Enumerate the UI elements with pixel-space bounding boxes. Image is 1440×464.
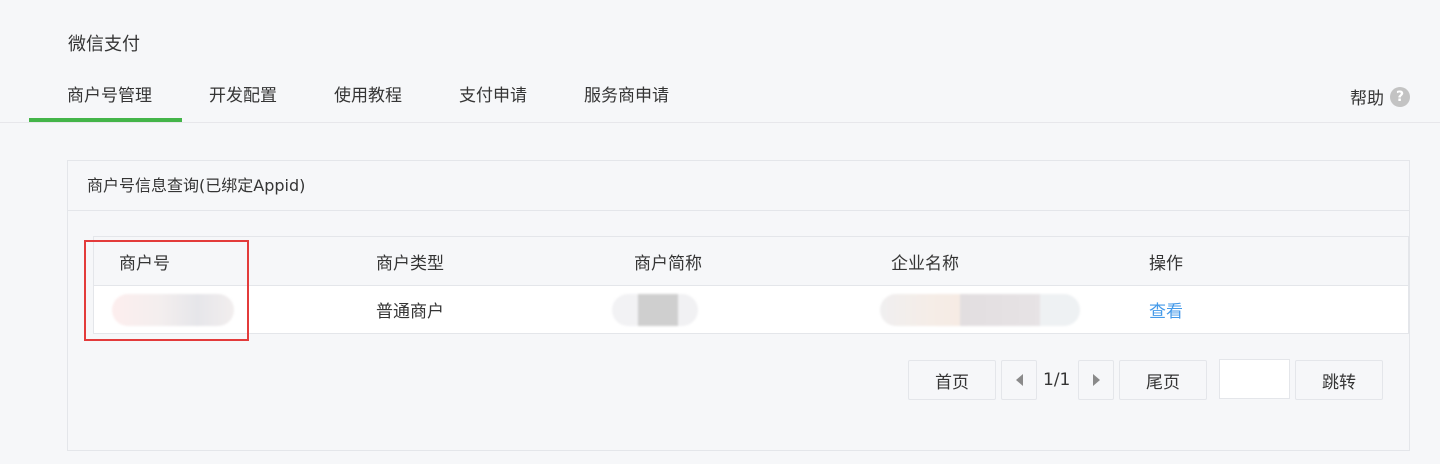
column-header-merchant-short-name: 商户简称 <box>634 253 702 274</box>
column-header-company-name: 企业名称 <box>891 253 959 274</box>
page-title: 微信支付 <box>68 34 140 55</box>
merchant-id-cell <box>112 286 234 333</box>
table-header: 商户号 商户类型 商户简称 企业名称 操作 <box>94 237 1408 286</box>
merchant-type-cell: 普通商户 <box>376 302 444 322</box>
next-page-button[interactable] <box>1078 360 1114 400</box>
tab-payment-apply[interactable]: 支付申请 <box>459 70 527 123</box>
last-page-button[interactable]: 尾页 <box>1119 360 1207 400</box>
jump-button[interactable]: 跳转 <box>1295 360 1383 400</box>
tab-service-provider-apply[interactable]: 服务商申请 <box>584 70 669 123</box>
view-link[interactable]: 查看 <box>1149 286 1183 333</box>
tab-dev-config[interactable]: 开发配置 <box>209 70 277 123</box>
panel-title: 商户号信息查询(已绑定Appid) <box>68 161 1409 211</box>
tab-tutorial[interactable]: 使用教程 <box>334 70 402 123</box>
redacted-company-name <box>880 293 1080 326</box>
jump-page-input[interactable] <box>1219 359 1290 399</box>
redacted-merchant-short-name <box>612 293 698 326</box>
help-link[interactable]: 帮助 ? <box>1350 84 1410 109</box>
column-header-action: 操作 <box>1149 253 1183 274</box>
page-indicator: 1/1 <box>1043 370 1071 390</box>
merchant-short-name-cell <box>612 286 698 333</box>
tab-merchant-management[interactable]: 商户号管理 <box>67 70 152 123</box>
question-circle-icon: ? <box>1390 86 1410 107</box>
column-header-merchant-type: 商户类型 <box>376 253 444 274</box>
table-row: 普通商户 查看 <box>94 286 1408 333</box>
redacted-merchant-id <box>112 293 234 326</box>
triangle-right-icon <box>1092 374 1100 386</box>
first-page-button[interactable]: 首页 <box>908 360 996 400</box>
merchant-info-panel: 商户号信息查询(已绑定Appid) 商户号 商户类型 商户简称 企业名称 操作 … <box>67 160 1410 451</box>
active-tab-indicator <box>29 118 182 122</box>
prev-page-button[interactable] <box>1001 360 1037 400</box>
column-header-merchant-id: 商户号 <box>119 253 170 274</box>
main-tabs: 商户号管理 开发配置 使用教程 支付申请 服务商申请 帮助 ? <box>0 70 1440 123</box>
company-name-cell <box>880 286 1080 333</box>
triangle-left-icon <box>1015 374 1023 386</box>
merchant-table: 商户号 商户类型 商户简称 企业名称 操作 普通商户 查看 <box>93 236 1409 334</box>
help-label: 帮助 <box>1350 89 1384 109</box>
